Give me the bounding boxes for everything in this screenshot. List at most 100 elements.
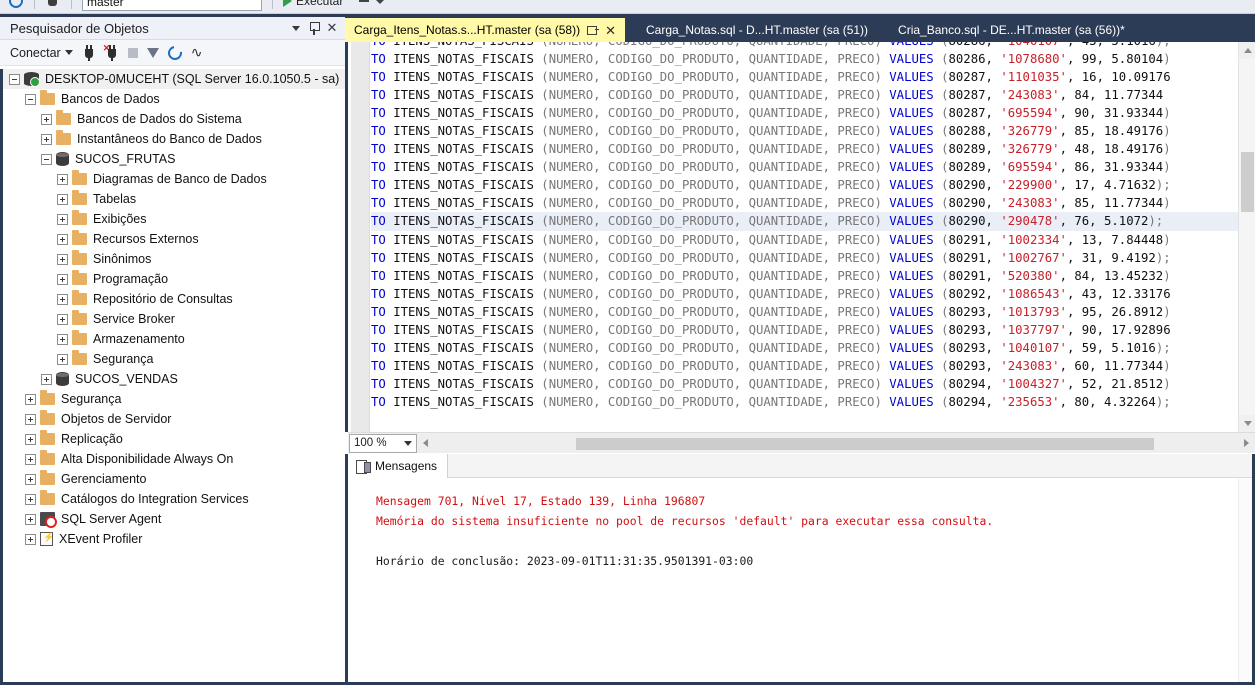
expand-icon[interactable] (41, 113, 52, 125)
disconnect-plug-icon[interactable]: ✕ (103, 43, 119, 61)
tree-node-programa-o[interactable]: Programação (3, 269, 345, 289)
scroll-left-arrow[interactable] (417, 435, 434, 452)
tree-node-armazenamento[interactable]: Armazenamento (3, 329, 345, 349)
expand-icon[interactable] (25, 513, 36, 525)
sql-line[interactable]: TO ITENS_NOTAS_FISCAIS (NUMERO, CODIGO_D… (371, 104, 1255, 122)
sql-line[interactable]: TO ITENS_NOTAS_FISCAIS (NUMERO, CODIGO_D… (371, 194, 1255, 212)
sql-line[interactable]: TO ITENS_NOTAS_FISCAIS (NUMERO, CODIGO_D… (371, 303, 1255, 321)
collapse-icon[interactable] (9, 73, 20, 85)
execute-button[interactable]: Executar (283, 0, 343, 8)
tree-node-seguran-a[interactable]: Segurança (3, 349, 345, 369)
tab-close-icon[interactable]: ✕ (605, 24, 616, 37)
collapse-icon[interactable] (25, 93, 36, 105)
tree-node-recursos-externos[interactable]: Recursos Externos (3, 229, 345, 249)
collapse-icon[interactable] (41, 153, 52, 165)
refresh-icon[interactable] (164, 42, 185, 63)
document-tab-2[interactable]: Cria_Banco.sql - DE...HT.master (sa (56)… (889, 18, 1134, 42)
scroll-right-arrow[interactable] (1238, 435, 1255, 452)
toolbar-plug-icon[interactable] (45, 0, 61, 9)
messages-body[interactable]: Mensagem 701, Nível 17, Estado 139, Linh… (348, 479, 1238, 682)
document-tab-1[interactable]: Carga_Notas.sql - D...HT.master (sa (51)… (636, 18, 878, 42)
expand-icon[interactable] (57, 173, 68, 185)
sql-line[interactable]: TO ITENS_NOTAS_FISCAIS (NUMERO, CODIGO_D… (371, 86, 1255, 104)
sql-line[interactable]: TO ITENS_NOTAS_FISCAIS (NUMERO, CODIGO_D… (371, 249, 1255, 267)
expand-icon[interactable] (57, 213, 68, 225)
tree-node-sucos-frutas[interactable]: SUCOS_FRUTAS (3, 149, 345, 169)
sql-line[interactable]: TO ITENS_NOTAS_FISCAIS (NUMERO, CODIGO_D… (371, 176, 1255, 194)
tree-node-alta-disponibilidade-always-on[interactable]: Alta Disponibilidade Always On (3, 449, 345, 469)
database-selector[interactable]: master (82, 0, 262, 11)
expand-icon[interactable] (25, 393, 36, 405)
connect-button[interactable]: Conectar (10, 46, 73, 60)
sql-line[interactable]: TO ITENS_NOTAS_FISCAIS (NUMERO, CODIGO_D… (371, 212, 1255, 231)
tree-node-sql-server-agent[interactable]: SQL Server Agent (3, 509, 345, 529)
close-icon[interactable]: ✕ (323, 19, 341, 37)
tree-node-cat-logos-do-integration-services[interactable]: Catálogos do Integration Services (3, 489, 345, 509)
expand-icon[interactable] (25, 433, 36, 445)
expand-icon[interactable] (57, 293, 68, 305)
tree-node-seguran-a[interactable]: Segurança (3, 389, 345, 409)
filter-icon[interactable] (146, 47, 159, 58)
tree-node-sin-nimos[interactable]: Sinônimos (3, 249, 345, 269)
tree-node-tabelas[interactable]: Tabelas (3, 189, 345, 209)
scroll-down-arrow[interactable] (1239, 415, 1255, 432)
tree-node-sucos-vendas[interactable]: SUCOS_VENDAS (3, 369, 345, 389)
sql-code-editor[interactable]: TO ITENS_NOTAS_FISCAIS (NUMERO, CODIGO_D… (345, 42, 1255, 432)
expand-icon[interactable] (25, 453, 36, 465)
expand-icon[interactable] (41, 133, 52, 145)
tree-node-service-broker[interactable]: Service Broker (3, 309, 345, 329)
sql-line[interactable]: TO ITENS_NOTAS_FISCAIS (NUMERO, CODIGO_D… (371, 68, 1255, 86)
expand-icon[interactable] (25, 533, 36, 545)
sql-line[interactable]: TO ITENS_NOTAS_FISCAIS (NUMERO, CODIGO_D… (371, 231, 1255, 249)
sql-line[interactable]: TO ITENS_NOTAS_FISCAIS (NUMERO, CODIGO_D… (371, 42, 1255, 50)
sql-line[interactable]: TO ITENS_NOTAS_FISCAIS (NUMERO, CODIGO_D… (371, 122, 1255, 140)
editor-vertical-scrollbar[interactable] (1238, 42, 1255, 432)
sql-line[interactable]: TO ITENS_NOTAS_FISCAIS (NUMERO, CODIGO_D… (371, 339, 1255, 357)
tab-pin-icon[interactable] (587, 24, 600, 36)
expand-icon[interactable] (57, 253, 68, 265)
chevron-down-icon[interactable] (375, 0, 386, 4)
messages-vertical-scrollbar[interactable] (1238, 479, 1252, 682)
sql-line[interactable]: TO ITENS_NOTAS_FISCAIS (NUMERO, CODIGO_D… (371, 375, 1255, 393)
sql-line[interactable]: TO ITENS_NOTAS_FISCAIS (NUMERO, CODIGO_D… (371, 140, 1255, 158)
expand-icon[interactable] (57, 353, 68, 365)
tree-node-bancos-de-dados[interactable]: Bancos de Dados (3, 89, 345, 109)
expand-icon[interactable] (41, 373, 52, 385)
horizontal-scroll-thumb[interactable] (576, 437, 1154, 450)
tree-node-gerenciamento[interactable]: Gerenciamento (3, 469, 345, 489)
expand-icon[interactable] (57, 313, 68, 325)
tab-messages[interactable]: Mensagens (348, 454, 449, 478)
tree-node-exibi-es[interactable]: Exibições (3, 209, 345, 229)
toolbar-refresh-icon[interactable] (6, 0, 26, 11)
sql-line[interactable]: TO ITENS_NOTAS_FISCAIS (NUMERO, CODIGO_D… (371, 50, 1255, 68)
object-explorer-tree[interactable]: DESKTOP-0MUCEHT (SQL Server 16.0.1050.5 … (0, 69, 345, 685)
minimize-icon[interactable] (359, 0, 370, 2)
tree-node-xevent-profiler[interactable]: XEvent Profiler (3, 529, 345, 549)
sql-line[interactable]: TO ITENS_NOTAS_FISCAIS (NUMERO, CODIGO_D… (371, 321, 1255, 339)
sql-code-lines[interactable]: TO ITENS_NOTAS_FISCAIS (NUMERO, CODIGO_D… (371, 42, 1255, 411)
tree-node-objetos-de-servidor[interactable]: Objetos de Servidor (3, 409, 345, 429)
activity-monitor-icon[interactable]: ∿ (191, 44, 203, 61)
sql-line[interactable]: TO ITENS_NOTAS_FISCAIS (NUMERO, CODIGO_D… (371, 285, 1255, 303)
vertical-scroll-thumb[interactable] (1241, 152, 1254, 212)
expand-icon[interactable] (57, 333, 68, 345)
tree-node-reposit-rio-de-consultas[interactable]: Repositório de Consultas (3, 289, 345, 309)
tree-node-desktop-0muceht-sql-server-16-0-1050-5-sa[interactable]: DESKTOP-0MUCEHT (SQL Server 16.0.1050.5 … (3, 69, 345, 89)
document-tab-0[interactable]: Carga_Itens_Notas.s...HT.master (sa (58)… (345, 18, 625, 42)
expand-icon[interactable] (25, 413, 36, 425)
expand-icon[interactable] (57, 273, 68, 285)
window-dropdown-icon[interactable] (287, 19, 305, 37)
sql-line[interactable]: TO ITENS_NOTAS_FISCAIS (NUMERO, CODIGO_D… (371, 267, 1255, 285)
tree-node-diagramas-de-banco-de-dados[interactable]: Diagramas de Banco de Dados (3, 169, 345, 189)
horizontal-scroll-track[interactable] (436, 435, 1236, 452)
expand-icon[interactable] (57, 193, 68, 205)
tree-node-replica-o[interactable]: Replicação (3, 429, 345, 449)
sql-line[interactable]: TO ITENS_NOTAS_FISCAIS (NUMERO, CODIGO_D… (371, 393, 1255, 411)
expand-icon[interactable] (25, 473, 36, 485)
pin-icon[interactable] (305, 19, 323, 37)
scroll-up-arrow[interactable] (1239, 42, 1255, 59)
sql-line[interactable]: TO ITENS_NOTAS_FISCAIS (NUMERO, CODIGO_D… (371, 357, 1255, 375)
zoom-level-selector[interactable]: 100 % (349, 433, 417, 453)
expand-icon[interactable] (25, 493, 36, 505)
tree-node-bancos-de-dados-do-sistema[interactable]: Bancos de Dados do Sistema (3, 109, 345, 129)
